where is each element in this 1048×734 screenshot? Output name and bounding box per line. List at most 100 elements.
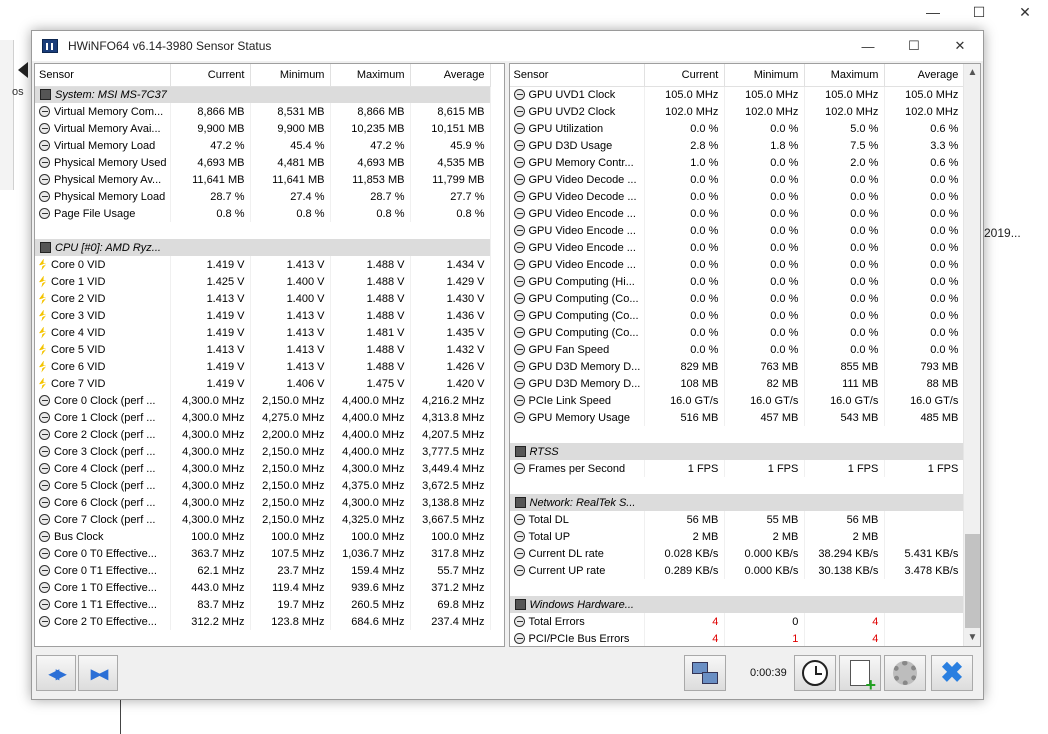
column-header-sensor[interactable]: Sensor	[35, 64, 172, 87]
minimize-icon[interactable]: —	[845, 31, 891, 61]
column-header-current[interactable]: Current	[170, 64, 252, 87]
column-header-average[interactable]: Average	[410, 64, 492, 87]
network-button[interactable]	[684, 655, 726, 691]
column-header-maximum[interactable]: Maximum	[804, 64, 886, 87]
maximum-value: 4,375.0 MHz	[330, 477, 412, 494]
sensor-row[interactable]: GPU Computing (Hi... 0.0 % 0.0 % 0.0 % 0.0 %	[509, 273, 966, 290]
sensor-row[interactable]: GPU Video Encode ... 0.0 % 0.0 % 0.0 % 0.0 %	[509, 256, 966, 273]
background-close-icon[interactable]: ✕	[1002, 0, 1048, 24]
sensor-row[interactable]: Core 5 VID 1.413 V 1.413 V 1.488 V 1.432 V	[35, 341, 492, 358]
sensor-row[interactable]: GPU Computing (Co... 0.0 % 0.0 % 0.0 % 0.0 %	[509, 324, 966, 341]
close-icon[interactable]: ✕	[937, 31, 983, 61]
sensor-row[interactable]: Core 3 VID 1.419 V 1.413 V 1.488 V 1.436 V	[35, 307, 492, 324]
sensor-row[interactable]: Core 0 T1 Effective... 62.1 MHz 23.7 MHz 15…	[35, 562, 492, 579]
sensor-row[interactable]: Core 7 Clock (perf ... 4,300.0 MHz 2,150.0…	[35, 511, 492, 528]
sensor-row[interactable]: GPU Video Decode ... 0.0 % 0.0 % 0.0 % 0.0 %	[509, 188, 966, 205]
sensor-row[interactable]: GPU Video Encode ... 0.0 % 0.0 % 0.0 % 0.0 %	[509, 222, 966, 239]
sensor-row[interactable]: Core 1 T1 Effective... 83.7 MHz 19.7 MHz 26…	[35, 596, 492, 613]
reset-clock-button[interactable]	[794, 655, 836, 691]
sensor-row[interactable]: GPU Video Decode ... 0.0 % 0.0 % 0.0 % 0.0 %	[509, 171, 966, 188]
sensor-row[interactable]: GPU UVD2 Clock 102.0 MHz 102.0 MHz 102.0 MH…	[509, 103, 966, 120]
close-sensors-button[interactable]: ✖	[931, 655, 973, 691]
scroll-up-arrow-icon[interactable]: ▲	[964, 64, 980, 81]
sensor-row[interactable]: Core 2 Clock (perf ... 4,300.0 MHz 2,200.0…	[35, 426, 492, 443]
sensor-row[interactable]: Core 6 Clock (perf ... 4,300.0 MHz 2,150.0…	[35, 494, 492, 511]
title-bar[interactable]: HWiNFO64 v6.14-3980 Sensor Status — ☐ ✕	[32, 31, 983, 61]
column-header-maximum[interactable]: Maximum	[330, 64, 412, 87]
sensor-row[interactable]: Core 4 VID 1.419 V 1.413 V 1.481 V 1.435 V	[35, 324, 492, 341]
sensor-row[interactable]: GPU Video Encode ... 0.0 % 0.0 % 0.0 % 0.0 %	[509, 205, 966, 222]
right-sensor-pane[interactable]: Sensor Current Minimum Maximum Average G…	[508, 63, 981, 647]
sensor-row[interactable]: Frames per Second 1 FPS 1 FPS 1 FPS 1 FPS	[509, 460, 966, 477]
sensor-row[interactable]: GPU UVD1 Clock 105.0 MHz 105.0 MHz 105.0 MH…	[509, 86, 966, 103]
right-pane-scrollbar[interactable]: ▲ ▼	[963, 64, 980, 646]
sensor-row[interactable]: Page File Usage 0.8 % 0.8 % 0.8 % 0.8 %	[35, 205, 492, 222]
sensor-row[interactable]: Core 6 VID 1.419 V 1.413 V 1.488 V 1.426 V	[35, 358, 492, 375]
sensor-row[interactable]: Virtual Memory Load 47.2 % 45.4 % 47.2 % 45.…	[35, 137, 492, 154]
column-header-minimum[interactable]: Minimum	[724, 64, 806, 87]
sensor-row[interactable]: Core 2 T0 Effective... 312.2 MHz 123.8 MHz…	[35, 613, 492, 630]
sensor-row[interactable]: Bus Clock 100.0 MHz 100.0 MHz 100.0 MHz 100.…	[35, 528, 492, 545]
background-back-arrow-icon[interactable]	[18, 62, 28, 78]
sensor-group-header[interactable]: Network: RealTek S...	[509, 494, 966, 511]
sensor-row[interactable]: GPU Fan Speed 0.0 % 0.0 % 0.0 % 0.0 %	[509, 341, 966, 358]
sensor-row[interactable]: Core 7 VID 1.419 V 1.406 V 1.475 V 1.420 V	[35, 375, 492, 392]
sensor-row[interactable]: PCI/PCIe Bus Errors 4 1 4	[509, 630, 966, 646]
sensor-row[interactable]: Current UP rate 0.289 KB/s 0.000 KB/s 30.13…	[509, 562, 966, 579]
sensor-row[interactable]: Core 3 Clock (perf ... 4,300.0 MHz 2,150.0…	[35, 443, 492, 460]
sensor-row[interactable]: Core 4 Clock (perf ... 4,300.0 MHz 2,150.0…	[35, 460, 492, 477]
minimum-value: 0.0 %	[724, 222, 806, 239]
sensor-row[interactable]: Virtual Memory Com... 8,866 MB 8,531 MB 8,8…	[35, 103, 492, 120]
sensor-row[interactable]: Current DL rate 0.028 KB/s 0.000 KB/s 38.29…	[509, 545, 966, 562]
sensor-group-header[interactable]: System: MSI MS-7C37	[35, 86, 492, 103]
logging-button[interactable]	[839, 655, 881, 692]
sensor-group-header[interactable]: RTSS	[509, 443, 966, 460]
sensor-row[interactable]: Physical Memory Used 4,693 MB 4,481 MB 4,69…	[35, 154, 492, 171]
sensor-row[interactable]: Total Errors 4 0 4	[509, 613, 966, 630]
sensor-row[interactable]: Core 2 VID 1.413 V 1.400 V 1.488 V 1.430 V	[35, 290, 492, 307]
sensor-row[interactable]: Virtual Memory Avai... 9,900 MB 9,900 MB 10…	[35, 120, 492, 137]
column-header-average[interactable]: Average	[884, 64, 966, 87]
sensor-row[interactable]: Core 0 VID 1.419 V 1.413 V 1.488 V 1.434 V	[35, 256, 492, 273]
sensor-row[interactable]: PCIe Link Speed 16.0 GT/s 16.0 GT/s 16.0 GT…	[509, 392, 966, 409]
sensor-row[interactable]: GPU Utilization 0.0 % 0.0 % 5.0 % 0.6 %	[509, 120, 966, 137]
expand-columns-button[interactable]: ◂▸	[36, 655, 76, 691]
column-header-minimum[interactable]: Minimum	[250, 64, 332, 87]
column-header-current[interactable]: Current	[644, 64, 726, 87]
left-sensor-pane[interactable]: Sensor Current Minimum Maximum Average S…	[34, 63, 505, 647]
sensor-row[interactable]: GPU Memory Contr... 1.0 % 0.0 % 2.0 % 0.6 %	[509, 154, 966, 171]
sensor-group-header[interactable]: CPU [#0]: AMD Ryz...	[35, 239, 492, 256]
sensor-label-wrap: GPU Memory Contr...	[513, 157, 641, 169]
sensor-row[interactable]: Total UP 2 MB 2 MB 2 MB	[509, 528, 966, 545]
sensor-row[interactable]: GPU Video Encode ... 0.0 % 0.0 % 0.0 % 0.0 %	[509, 239, 966, 256]
sensor-row[interactable]: Physical Memory Av... 11,641 MB 11,641 MB 1…	[35, 171, 492, 188]
sensor-row[interactable]: GPU Computing (Co... 0.0 % 0.0 % 0.0 % 0.0 %	[509, 307, 966, 324]
background-minimize-icon[interactable]: —	[910, 0, 956, 24]
sensor-row[interactable]: Core 1 T0 Effective... 443.0 MHz 119.4 MHz…	[35, 579, 492, 596]
sensor-row[interactable]: Core 0 Clock (perf ... 4,300.0 MHz 2,150.0…	[35, 392, 492, 409]
settings-button[interactable]	[884, 655, 926, 691]
sensor-row[interactable]: Total DL 56 MB 55 MB 56 MB	[509, 511, 966, 528]
sensor-row[interactable]: Core 1 VID 1.425 V 1.400 V 1.488 V 1.429 V	[35, 273, 492, 290]
sensor-group-header[interactable]: Windows Hardware...	[509, 596, 966, 613]
sensor-row[interactable]: Core 5 Clock (perf ... 4,300.0 MHz 2,150.0…	[35, 477, 492, 494]
scrollbar-thumb[interactable]	[965, 534, 980, 628]
sensor-row[interactable]: Core 0 T0 Effective... 363.7 MHz 107.5 MHz…	[35, 545, 492, 562]
gauge-icon	[513, 344, 525, 355]
background-maximize-icon[interactable]: ☐	[956, 0, 1002, 24]
sensor-row[interactable]: GPU D3D Memory D... 108 MB 82 MB 111 MB 88 M…	[509, 375, 966, 392]
sensor-row[interactable]: GPU Computing (Co... 0.0 % 0.0 % 0.0 % 0.0 %	[509, 290, 966, 307]
gauge-icon	[513, 361, 525, 372]
average-value: 0.0 %	[884, 205, 966, 222]
sensor-row[interactable]: Physical Memory Load 28.7 % 27.4 % 28.7 % 27…	[35, 188, 492, 205]
sensor-row[interactable]: GPU Memory Usage 516 MB 457 MB 543 MB 485 MB	[509, 409, 966, 426]
sensor-row[interactable]: Core 1 Clock (perf ... 4,300.0 MHz 4,275.0…	[35, 409, 492, 426]
sensor-row[interactable]: GPU D3D Memory D... 829 MB 763 MB 855 MB 793…	[509, 358, 966, 375]
sensor-row[interactable]: GPU D3D Usage 2.8 % 1.8 % 7.5 % 3.3 %	[509, 137, 966, 154]
sensor-label: GPU UVD1 Clock	[528, 88, 616, 101]
collapse-columns-button[interactable]: ▸◂	[78, 655, 118, 691]
column-header-sensor[interactable]: Sensor	[509, 64, 646, 87]
scroll-down-arrow-icon[interactable]: ▼	[964, 629, 980, 646]
maximize-icon[interactable]: ☐	[891, 31, 937, 61]
gauge-icon	[39, 429, 50, 440]
